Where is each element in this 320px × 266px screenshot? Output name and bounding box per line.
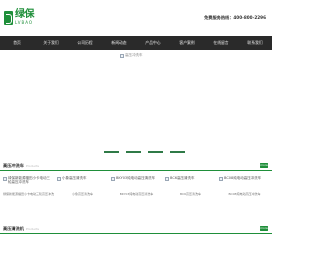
nav-item-cases[interactable]: 客户案例 [170,36,204,50]
broken-image-icon [111,176,115,181]
product-image[interactable]: BC08纯电动高压冲洗车 [219,176,269,190]
nav-item-about[interactable]: 关于我们 [34,36,68,50]
logo-english: LVBAO [15,20,34,25]
logo-text: 绿保 LVBAO [15,9,35,25]
section-title: 高压清洗机 [3,226,24,231]
nav-item-products[interactable]: 产品中心 [136,36,170,50]
product-alt-text: 绿保新能源福田小卡电动三轮高压冲洗车 [8,176,50,185]
site-header: 绿保 LVBAO 免费服务热线：400-800-2296 [0,0,272,36]
broken-image-icon [120,53,124,58]
product-image[interactable]: BKY03纯电动高压清洗车 [111,176,161,190]
banner-slider: 高压冲洗车 [0,50,272,158]
nav-item-history[interactable]: 公司历程 [68,36,102,50]
product-card[interactable]: BC08纯电动高压冲洗车 BC08纯电动高压冲洗车 [219,176,269,196]
broken-image-icon [219,176,223,181]
more-button[interactable]: more [260,226,268,231]
site-logo[interactable]: 绿保 LVBAO [4,9,35,25]
logo-mark-icon [4,10,13,25]
product-caption[interactable]: BC6高压清洗车 [165,192,216,196]
nav-item-home[interactable]: 首页 [0,36,34,50]
banner-alt-text: 高压冲洗车 [125,53,143,57]
product-alt-text: 小象高压清洗车 [62,176,87,180]
main-nav: 首页 关于我们 公司历程 新闻动态 产品中心 客户案例 在线留言 联系我们 [0,36,272,50]
product-image[interactable]: 小象高压清洗车 [57,176,107,190]
section-subtitle: Products [26,227,39,231]
nav-item-message[interactable]: 在线留言 [204,36,238,50]
service-hotline: 免费服务热线：400-800-2296 [204,15,266,20]
broken-image-icon [3,176,7,181]
nav-item-contact[interactable]: 联系我们 [238,36,272,50]
product-alt-text: BC08纯电动高压冲洗车 [224,176,262,180]
product-list: 绿保新能源福田小卡电动三轮高压冲洗车 绿保新能源福田小卡电动三轮高压冲洗车 小象… [0,176,272,196]
product-alt-text: BC6高压清洗车 [170,176,195,180]
product-card[interactable]: 绿保新能源福田小卡电动三轮高压冲洗车 绿保新能源福田小卡电动三轮高压冲洗车 [3,176,54,196]
banner-dot[interactable] [148,151,163,153]
product-caption[interactable]: 绿保新能源福田小卡电动三轮高压冲洗车 [3,192,54,196]
section-header-washer-truck: 高压冲洗车 Products more [0,163,272,171]
banner-image[interactable]: 高压冲洗车 [120,53,143,58]
product-caption[interactable]: 小象高压清洗车 [57,192,108,196]
section-title: 高压冲洗车 [3,163,24,168]
nav-item-news[interactable]: 新闻动态 [102,36,136,50]
product-caption[interactable]: BKY03纯电动高压清洗车 [111,192,162,196]
banner-dot[interactable] [126,151,141,153]
banner-dot[interactable] [104,151,119,153]
section-subtitle: Products [26,164,39,168]
product-card[interactable]: BKY03纯电动高压清洗车 BKY03纯电动高压清洗车 [111,176,161,196]
more-button[interactable]: more [260,163,268,168]
product-card[interactable]: BC6高压清洗车 BC6高压清洗车 [165,176,215,196]
product-image[interactable]: BC6高压清洗车 [165,176,215,190]
logo-chinese: 绿保 [15,9,35,20]
broken-image-icon [165,176,169,181]
product-alt-text: BKY03纯电动高压清洗车 [116,176,156,180]
section-header-washer-machine: 高压清洗机 Products more [0,226,272,234]
banner-dot[interactable] [170,151,185,153]
product-card[interactable]: 小象高压清洗车 小象高压清洗车 [57,176,107,196]
product-image[interactable]: 绿保新能源福田小卡电动三轮高压冲洗车 [3,176,53,190]
banner-pagination [104,151,185,153]
product-caption[interactable]: BC08纯电动高压冲洗车 [219,192,270,196]
broken-image-icon [57,176,61,181]
